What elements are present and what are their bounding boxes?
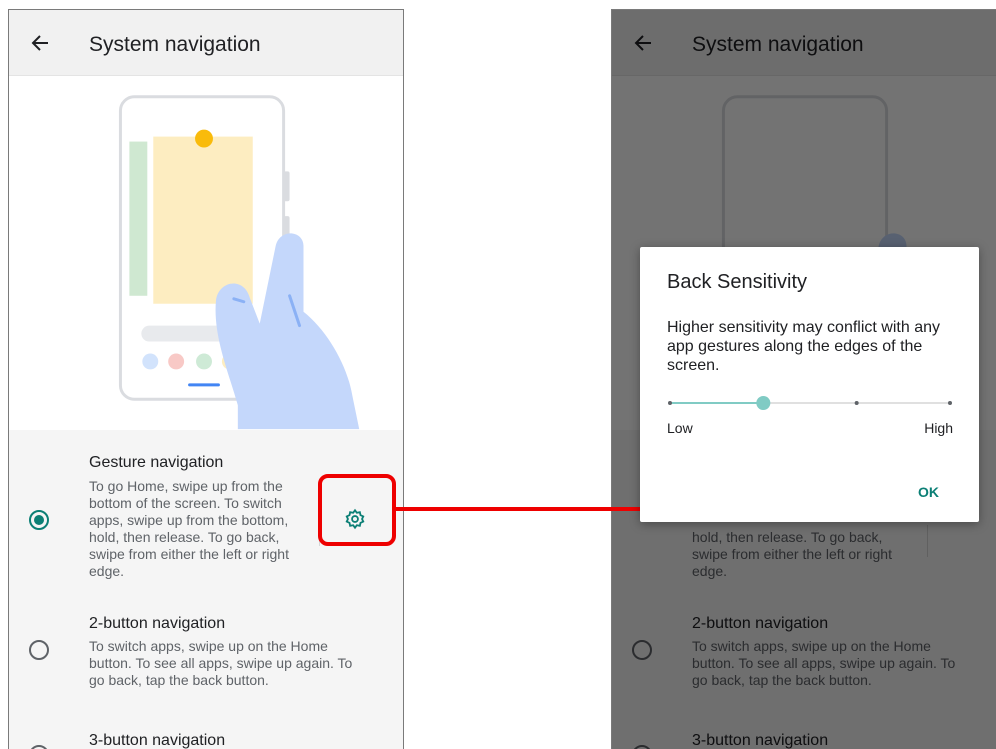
app-bar: System navigation xyxy=(9,10,403,76)
back-sensitivity-dialog: Back Sensitivity Higher sensitivity may … xyxy=(640,247,979,522)
dialog-message: Higher sensitivity may conflict with any… xyxy=(667,319,940,374)
radio-gesture-navigation[interactable] xyxy=(29,510,49,530)
slider-min-label: Low xyxy=(667,420,693,436)
gesture-illustration xyxy=(118,95,360,430)
option-title: 2-button navigation xyxy=(89,615,226,632)
ok-button[interactable]: OK xyxy=(918,484,939,500)
slider-max-label: High xyxy=(924,420,953,436)
callout-arrow xyxy=(396,499,668,519)
back-arrow-icon[interactable] xyxy=(31,34,49,52)
slider-tick xyxy=(854,401,859,405)
page-title: System navigation xyxy=(89,33,261,56)
slider-tick xyxy=(668,401,672,405)
option-title: 3-button navigation xyxy=(89,732,226,749)
option-description: To switch apps, swipe up on the Home but… xyxy=(89,638,353,688)
left-phone-screen: System navigation Gesture navigation To … xyxy=(8,9,404,749)
slider-thumb[interactable] xyxy=(756,396,771,410)
option-3-button-navigation[interactable]: 3-button navigation xyxy=(9,690,403,749)
option-title: Gesture navigation xyxy=(89,454,224,471)
dialog-title: Back Sensitivity xyxy=(667,271,808,293)
option-2-button-navigation[interactable]: 2-button navigation To switch apps, swip… xyxy=(9,590,403,690)
option-description: To go Home, swipe up from the bottom of … xyxy=(89,478,289,579)
sensitivity-slider[interactable] xyxy=(667,395,953,411)
highlight-box xyxy=(318,474,396,546)
slider-tick xyxy=(948,401,952,405)
radio-2-button-navigation[interactable] xyxy=(29,640,49,660)
radio-3-button-navigation[interactable] xyxy=(29,745,49,749)
